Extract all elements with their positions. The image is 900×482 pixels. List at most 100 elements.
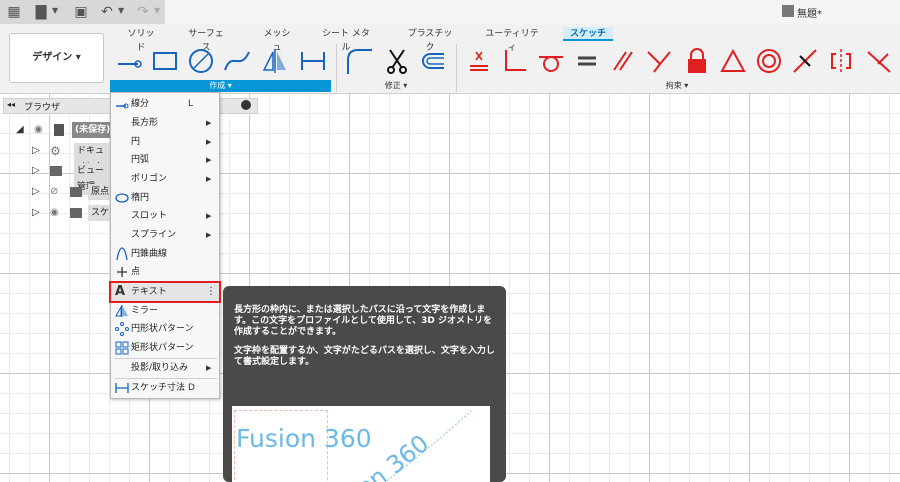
tree-item-origin[interactable]: ▷ ⊘ 原点 <box>32 184 112 200</box>
submenu-arrow-icon: ▶ <box>206 138 212 146</box>
redo-chevron-icon[interactable]: ▼ <box>154 6 160 15</box>
modify-group-dropdown[interactable]: 修正 ▾ <box>337 80 455 92</box>
menu-item-circle[interactable]: 円 ▶ <box>111 133 219 151</box>
tab-mesh[interactable]: メッシュ <box>262 27 292 53</box>
tree-item-label: (未保存) <box>72 122 114 138</box>
menu-item-slot[interactable]: スロット ▶ <box>111 207 219 225</box>
menu-item-rectangular-pattern[interactable]: 矩形状パターン <box>111 339 219 357</box>
tree-item-label: スケ <box>88 205 112 221</box>
sketch-dimension-icon <box>115 383 129 393</box>
midpoint-constraint-icon[interactable] <box>790 46 820 76</box>
constraints-group-dropdown[interactable]: 拘束 ▾ <box>457 80 897 92</box>
undo-chevron-icon[interactable]: ▼ <box>118 6 124 15</box>
menu-item-project-include[interactable]: 投影/取り込み ▶ <box>111 359 219 377</box>
coincident-constraint-icon[interactable] <box>644 46 674 76</box>
fillet-tool-icon[interactable] <box>344 46 374 76</box>
file-icon[interactable]: ▇ <box>32 3 50 21</box>
line-icon <box>116 103 129 109</box>
submenu-arrow-icon: ▶ <box>206 119 212 127</box>
submenu-arrow-icon: ▶ <box>206 212 212 220</box>
menu-item-rectangle[interactable]: 長方形 ▶ <box>111 114 219 132</box>
browser-minimize-icon[interactable] <box>241 100 251 110</box>
folder-icon <box>70 208 82 218</box>
tree-item-document-settings[interactable]: ▷ ⚙ ドキュメント <box>32 143 112 175</box>
spline-tool-icon[interactable] <box>222 46 252 76</box>
svg-text:on 360: on 360 <box>352 429 434 482</box>
sketch-dimension-tool-icon[interactable] <box>298 46 328 76</box>
apps-grid-icon[interactable]: ▦ <box>5 3 23 21</box>
expand-triangle-icon[interactable]: ▷ <box>32 163 40 179</box>
point-icon <box>117 267 127 277</box>
menu-item-text[interactable]: A テキスト ⋮ <box>109 281 221 303</box>
perpendicular-constraint-icon[interactable] <box>500 46 530 76</box>
rectangular-pattern-icon <box>115 341 129 355</box>
tree-item-named-views[interactable]: ▷ ビュー管理 <box>32 163 112 195</box>
conic-curve-icon <box>116 247 128 261</box>
visibility-eye-icon[interactable]: ◉ <box>34 122 43 138</box>
rectangle-tool-icon[interactable] <box>150 46 180 76</box>
document-title[interactable]: 無題* <box>797 5 822 20</box>
parallel-constraint-icon[interactable] <box>608 46 638 76</box>
tree-item-sketches[interactable]: ▷ ◉ スケ <box>32 205 112 221</box>
menu-item-conic-curve[interactable]: 円錐曲線 <box>111 245 219 263</box>
tooltip-instructions: 文字枠を配置するか、文字がたどるパスを選択し、文字を入力して書式設定します。 <box>234 346 495 367</box>
visibility-eye-icon[interactable]: ◉ <box>50 205 59 221</box>
workspace-selector[interactable]: デザイン ▾ <box>9 33 104 83</box>
triangle-constraint-icon[interactable] <box>718 46 748 76</box>
chevron-down-icon[interactable]: ▼ <box>52 6 58 15</box>
collapse-browser-icon[interactable]: ◂◂ <box>7 100 15 109</box>
tab-sheet-metal[interactable]: シート メタル <box>320 27 372 53</box>
path-text: on 360 <box>352 429 434 482</box>
mirror-icon <box>115 305 128 317</box>
expand-triangle-icon[interactable]: ◢ <box>16 122 24 138</box>
menu-item-sketch-dimension[interactable]: スケッチ寸法 D <box>111 379 219 397</box>
ribbon: デザイン ▾ ソリッド サーフェス メッシュ シート メタル プラスチック ユー… <box>0 24 900 94</box>
concentric-constraint-icon[interactable] <box>754 46 784 76</box>
tooltip-description: 長方形の枠内に、または選択したパスに沿って文字を作成します。この文字をプロファイ… <box>234 305 492 337</box>
menu-item-polygon[interactable]: ポリゴン ▶ <box>111 170 219 188</box>
horizontal-vertical-constraint-icon[interactable] <box>464 46 494 76</box>
expand-triangle-icon[interactable]: ▷ <box>32 205 40 221</box>
trim-scissors-icon[interactable] <box>382 46 412 76</box>
tab-solid[interactable]: ソリッド <box>126 27 156 53</box>
line-tool-icon[interactable] <box>114 46 144 76</box>
menu-item-ellipse[interactable]: 楕円 <box>111 189 219 207</box>
offset-tool-icon[interactable] <box>418 46 448 76</box>
menu-item-mirror[interactable]: ミラー <box>111 302 219 320</box>
undo-icon[interactable]: ↶ <box>98 3 116 21</box>
expand-triangle-icon[interactable]: ▷ <box>32 184 40 200</box>
create-group-dropdown[interactable]: 作成 ▾ <box>110 80 331 92</box>
fix-lock-icon[interactable] <box>682 46 712 76</box>
create-dropdown-menu: 線分 L 長方形 ▶ 円 ▶ 円弧 ▶ ポリゴン ▶ 楕円 スロット ▶ スプラ… <box>109 92 221 399</box>
equal-constraint-icon[interactable] <box>572 46 602 76</box>
hidden-eye-icon[interactable]: ⊘ <box>50 184 58 200</box>
tooltip-preview-image: Fusion 360 on 360 <box>232 406 490 482</box>
expand-triangle-icon[interactable]: ▷ <box>32 143 40 159</box>
menu-item-circular-pattern[interactable]: 円形状パターン <box>111 320 219 338</box>
tab-utility[interactable]: ユーティリティ <box>484 27 540 53</box>
menu-item-point[interactable]: 点 <box>111 263 219 281</box>
mirror-tool-icon[interactable] <box>260 46 290 76</box>
tab-surface[interactable]: サーフェス <box>186 27 226 53</box>
ellipse-icon <box>115 193 129 203</box>
tab-sketch[interactable]: スケッチ <box>563 27 613 41</box>
submenu-arrow-icon: ▶ <box>206 175 212 183</box>
text-on-path-sample: on 360 <box>352 409 473 482</box>
menu-item-line[interactable]: 線分 L <box>111 95 219 113</box>
more-options-icon[interactable]: ⋮ <box>206 283 216 301</box>
top-bar: ▦ ▇ ▼ ▣ ↶ ▼ ↷ ▼ 無題* <box>0 0 900 24</box>
collinear-constraint-icon[interactable] <box>864 46 894 76</box>
menu-item-spline[interactable]: スプライン ▶ <box>111 226 219 244</box>
text-A-icon: A <box>115 284 126 299</box>
circular-pattern-icon <box>115 322 129 336</box>
tab-plastic[interactable]: プラスチック <box>406 27 454 53</box>
symmetry-constraint-icon[interactable] <box>826 46 856 76</box>
gear-icon: ⚙ <box>50 144 61 158</box>
document-cube-icon <box>782 5 794 17</box>
redo-icon[interactable]: ↷ <box>134 3 152 21</box>
tangent-constraint-icon[interactable] <box>536 46 566 76</box>
menu-item-arc[interactable]: 円弧 ▶ <box>111 151 219 169</box>
save-icon[interactable]: ▣ <box>72 3 90 21</box>
circle-tool-icon[interactable] <box>186 46 216 76</box>
submenu-arrow-icon: ▶ <box>206 364 212 372</box>
